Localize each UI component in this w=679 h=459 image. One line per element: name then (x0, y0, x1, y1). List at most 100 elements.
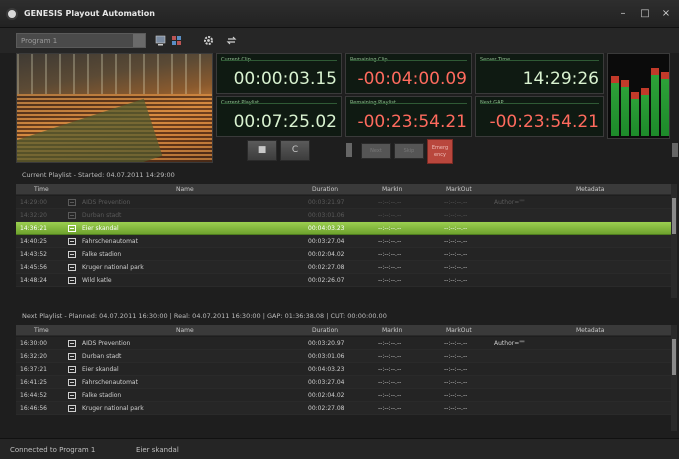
cell-metadata: Author="" (494, 199, 525, 206)
gear-icon[interactable] (203, 35, 214, 46)
table-row[interactable]: 16:41:25 Fahrschenautomat 00:03:27.04 --:--… (16, 376, 671, 389)
col-markin[interactable]: MarkIn (382, 327, 402, 334)
audio-level-bar (611, 76, 619, 136)
audio-peak-indicator (651, 68, 659, 75)
server-time-clock: Server Time 14:29:26 (475, 53, 604, 94)
clock-value: -00:23:54.21 (357, 112, 467, 132)
cell-time: 14:40:25 (20, 238, 47, 245)
table-row[interactable]: 14:36:21 Eier skandal 00:04:03.23 --:--:--.… (16, 222, 671, 235)
cell-markout: --:--:--.-- (444, 392, 468, 399)
chevron-right-icon[interactable] (672, 143, 678, 157)
clock-divider (350, 60, 467, 61)
cell-markout: --:--:--.-- (444, 251, 468, 258)
stop-button[interactable]: ■ (247, 140, 277, 161)
cell-name: Fahrschenautomat (82, 238, 138, 245)
cell-name: AIDS Prevention (82, 199, 131, 206)
audio-peak-indicator (661, 72, 669, 79)
maximize-button[interactable]: □ (637, 7, 653, 20)
cell-markout: --:--:--.-- (444, 379, 468, 386)
cell-time: 14:29:00 (20, 199, 47, 206)
cell-duration: 00:02:27.08 (308, 405, 345, 412)
chevron-down-icon[interactable] (133, 34, 145, 47)
col-duration[interactable]: Duration (312, 186, 338, 193)
clock-value: -00:04:00.09 (357, 69, 467, 89)
cell-name: Kruger national park (82, 264, 144, 271)
film-clip-icon (68, 353, 76, 360)
minimize-button[interactable]: – (615, 7, 631, 20)
chevron-left-icon[interactable] (346, 143, 352, 157)
cell-time: 14:48:24 (20, 277, 47, 284)
grid-icon[interactable] (171, 35, 182, 46)
skip-button[interactable]: Skip (394, 143, 424, 159)
col-markout[interactable]: MarkOut (446, 327, 472, 334)
col-metadata[interactable]: Metadata (576, 186, 604, 193)
film-clip-icon (68, 366, 76, 373)
cell-markout: --:--:--.-- (444, 340, 468, 347)
remaining-clip-clock: Remaining Clip -00:04:00.09 (345, 53, 472, 94)
current-playlist-header: Time Name Duration MarkIn MarkOut Metada… (16, 184, 671, 195)
col-time[interactable]: Time (34, 186, 49, 193)
current-playlist-clock: Current Playlist 00:07:25.02 (216, 96, 342, 137)
film-clip-icon (68, 225, 76, 232)
cell-markin: --:--:--.-- (378, 212, 402, 219)
film-clip-icon (68, 392, 76, 399)
arrows-icon[interactable] (226, 35, 237, 46)
clock-value: 00:07:25.02 (233, 112, 337, 132)
program-select-value: Program 1 (21, 37, 58, 45)
video-preview (16, 53, 213, 163)
monitor-icon[interactable] (155, 35, 166, 46)
clock-divider (480, 103, 599, 104)
next-gap-clock: Next GAP -00:23:54.21 (475, 96, 604, 137)
title-bar: GENESIS Playout Automation – □ × (0, 0, 679, 28)
table-row[interactable]: 14:32:20 Durban stadt 00:03:01.06 --:--:--.… (16, 209, 671, 222)
scrollbar-thumb[interactable] (672, 198, 676, 234)
cell-duration: 00:04:03.23 (308, 225, 345, 232)
program-select[interactable]: Program 1 (16, 33, 146, 48)
clock-divider (480, 60, 599, 61)
cell-time: 16:37:21 (20, 366, 47, 373)
table-row[interactable]: 14:45:56 Kruger national park 00:02:27.08 -… (16, 261, 671, 274)
table-row[interactable]: 14:43:52 Falke stadion 00:02:04.02 --:--:--… (16, 248, 671, 261)
table-row[interactable]: 16:37:21 Eier skandal 00:04:03.23 --:--:--.… (16, 363, 671, 376)
audio-level-bar (621, 80, 629, 136)
cell-duration: 00:03:27.04 (308, 379, 345, 386)
col-duration[interactable]: Duration (312, 327, 338, 334)
col-time[interactable]: Time (34, 327, 49, 334)
cell-markout: --:--:--.-- (444, 277, 468, 284)
next-playlist-scrollbar[interactable] (671, 325, 677, 431)
clock-value: 14:29:26 (522, 69, 599, 89)
cell-markin: --:--:--.-- (378, 379, 402, 386)
next-button[interactable]: Next (361, 143, 391, 159)
table-row[interactable]: 16:32:20 Durban stadt 00:03:01.06 --:--:--.… (16, 350, 671, 363)
table-row[interactable]: 16:46:56 Kruger national park 00:02:27.08 -… (16, 402, 671, 415)
cell-duration: 00:04:03.23 (308, 366, 345, 373)
scrollbar-thumb[interactable] (672, 339, 676, 375)
table-row[interactable]: 16:44:52 Falke stadion 00:02:04.02 --:--:--… (16, 389, 671, 402)
col-name[interactable]: Name (176, 327, 194, 334)
audio-level-meter (607, 53, 670, 139)
cell-name: Wild katle (82, 277, 112, 284)
clock-value: -00:23:54.21 (489, 112, 599, 132)
close-button[interactable]: × (658, 7, 674, 20)
cell-duration: 00:03:27.04 (308, 238, 345, 245)
current-playlist-scrollbar[interactable] (671, 184, 677, 298)
audio-level-bar (641, 88, 649, 136)
cell-time: 16:32:20 (20, 353, 47, 360)
clock-divider (221, 103, 337, 104)
table-row[interactable]: 14:48:24 Wild katle 00:02:26.07 --:--:--.--… (16, 274, 671, 287)
loop-button[interactable]: C (280, 140, 310, 161)
table-row[interactable]: 14:29:00 AIDS Prevention 00:03:21.97 --:--:… (16, 196, 671, 209)
col-markin[interactable]: MarkIn (382, 186, 402, 193)
table-row[interactable]: 14:40:25 Fahrschenautomat 00:03:27.04 --:--… (16, 235, 671, 248)
emergency-button[interactable]: Emerg ency (427, 139, 453, 164)
cell-markout: --:--:--.-- (444, 353, 468, 360)
col-metadata[interactable]: Metadata (576, 327, 604, 334)
cell-name: Falke stadion (82, 392, 122, 399)
film-clip-icon (68, 238, 76, 245)
col-name[interactable]: Name (176, 186, 194, 193)
cell-name: Fahrschenautomat (82, 379, 138, 386)
table-row[interactable]: 16:30:00 AIDS Prevention 00:03:20.97 --:--:… (16, 337, 671, 350)
cell-time: 14:32:20 (20, 212, 47, 219)
cell-markout: --:--:--.-- (444, 199, 468, 206)
col-markout[interactable]: MarkOut (446, 186, 472, 193)
